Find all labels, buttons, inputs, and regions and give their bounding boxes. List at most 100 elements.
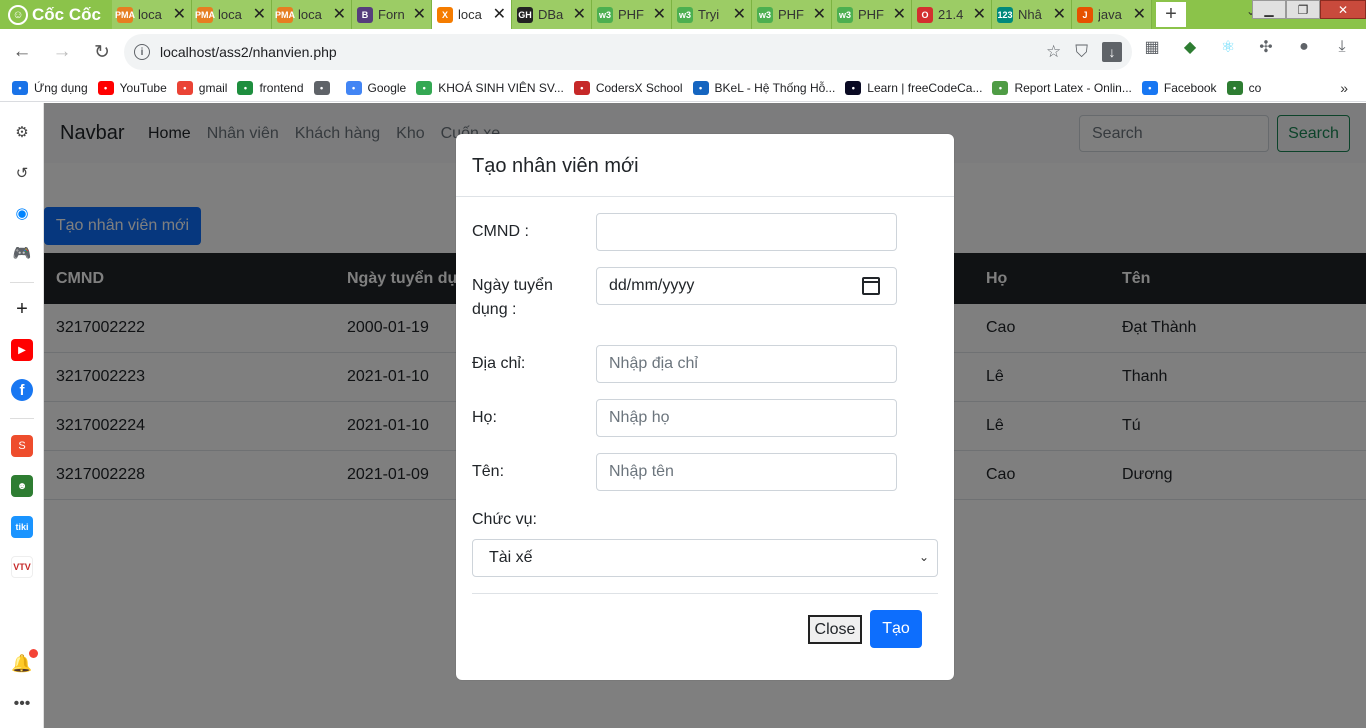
game-controller-icon[interactable]: 🎮 xyxy=(11,242,33,264)
tiki-icon[interactable]: tiki xyxy=(11,516,33,538)
profile-icon[interactable]: ● xyxy=(1294,37,1314,57)
tab-close-icon[interactable]: ✕ xyxy=(573,6,586,23)
bookmark-item[interactable]: • Ứng dụng xyxy=(12,81,88,95)
ngay-tuyen-dung-date-input[interactable]: dd/mm/yyyy xyxy=(596,267,897,305)
diachi-input[interactable]: Nhập địa chỉ xyxy=(596,345,897,383)
chucvu-select[interactable]: Tài xế ⌄ xyxy=(472,539,938,577)
tab-close-icon[interactable]: ✕ xyxy=(173,6,186,23)
add-panel-icon[interactable]: + xyxy=(11,298,33,320)
extension-toolbar: ▦ ◆ ⚛ ✣ ● ⤓ xyxy=(1142,37,1352,57)
bookmark-item[interactable]: • BKeL - Hệ Thống Hỗ... xyxy=(692,81,835,95)
browser-tab[interactable]: w3 Tryi ✕ xyxy=(672,0,752,29)
browser-tab[interactable]: w3 PHF ✕ xyxy=(752,0,832,29)
tab-favicon-icon: PMA xyxy=(115,6,135,23)
history-icon[interactable]: ↺ xyxy=(11,162,33,184)
forward-arrow-icon[interactable]: → xyxy=(44,34,80,70)
bookmark-label: gmail xyxy=(198,81,228,95)
tab-close-icon[interactable]: ✕ xyxy=(893,6,906,23)
more-bookmarks-icon[interactable]: » xyxy=(1340,80,1348,96)
bookmarks-bar: • Ứng dụng • YouTube • gmail • frontend • • Google… xyxy=(0,75,1366,102)
image-icon: • xyxy=(1226,81,1243,95)
url-text[interactable]: localhost/ass2/nhanvien.php xyxy=(160,44,337,60)
browser-tab[interactable]: 123 Nhâ ✕ xyxy=(992,0,1072,29)
shopee-icon[interactable]: S xyxy=(11,435,33,457)
facebook-icon[interactable]: f xyxy=(11,379,33,401)
browser-tab[interactable]: B Forn ✕ xyxy=(352,0,432,29)
extension-grid-icon[interactable]: ▦ xyxy=(1142,37,1162,57)
youtube-icon[interactable]: ▶ xyxy=(11,339,33,361)
minimize-button[interactable]: ▁ xyxy=(1252,0,1286,19)
cmnd-label: CMND : xyxy=(472,223,529,240)
tab-close-icon[interactable]: ✕ xyxy=(973,6,986,23)
window-controls: ▁ ❐ ✕ xyxy=(1252,0,1366,20)
more-dots-icon[interactable]: ••• xyxy=(11,693,33,715)
react-devtools-icon[interactable]: ⚛ xyxy=(1218,37,1238,57)
bookmark-item[interactable]: • frontend xyxy=(237,81,304,95)
tab-favicon-icon: PMA xyxy=(275,6,295,23)
bookmark-item[interactable]: • CodersX School xyxy=(573,81,683,95)
browser-tab[interactable]: PMA loca ✕ xyxy=(112,0,192,29)
browser-tab[interactable]: w3 PHF ✕ xyxy=(832,0,912,29)
bookmark-item[interactable]: • Report Latex - Onlin... xyxy=(992,81,1132,95)
bookmark-item[interactable]: • xyxy=(313,81,336,95)
bookmark-item[interactable]: • gmail xyxy=(176,81,228,95)
vtv-go-icon[interactable]: VTV xyxy=(11,556,33,578)
tab-close-icon[interactable]: ✕ xyxy=(813,6,826,23)
browser-tab[interactable]: Xloca ✕ xyxy=(432,0,512,29)
maximize-button[interactable]: ❐ xyxy=(1286,0,1320,19)
bookmark-label: frontend xyxy=(259,81,304,95)
tab-favicon-icon: 123 xyxy=(997,6,1013,23)
back-arrow-icon[interactable]: ← xyxy=(4,34,40,70)
close-window-button[interactable]: ✕ xyxy=(1320,0,1366,19)
close-button[interactable]: Close xyxy=(808,615,862,644)
coccoc-logo[interactable]: ☺ Cốc Cốc xyxy=(0,0,112,29)
tab-favicon-icon: J xyxy=(1077,6,1093,23)
browser-tab[interactable]: PMA loca ✕ xyxy=(272,0,352,29)
cmnd-input[interactable] xyxy=(596,213,897,251)
extension-cube-icon[interactable]: ◆ xyxy=(1180,37,1200,57)
new-tab-button[interactable]: + xyxy=(1156,2,1186,27)
settings-gear-icon[interactable]: ⚙ xyxy=(11,121,33,143)
tab-close-icon[interactable]: ✕ xyxy=(333,6,346,23)
tab-close-icon[interactable]: ✕ xyxy=(1053,6,1066,23)
tab-close-icon[interactable]: ✕ xyxy=(733,6,746,23)
downloads-icon[interactable]: ⤓ xyxy=(1332,37,1352,57)
tab-title: loca xyxy=(138,7,162,22)
browser-tab[interactable]: O 21.4 ✕ xyxy=(912,0,992,29)
browser-tab[interactable]: Jjava ✕ xyxy=(1072,0,1152,29)
puzzle-icon[interactable]: ✣ xyxy=(1256,37,1276,57)
bookmark-item[interactable]: • YouTube xyxy=(97,81,167,95)
game-app-icon[interactable]: ☻ xyxy=(11,475,33,497)
tab-close-icon[interactable]: ✕ xyxy=(653,6,666,23)
ngay-label-line1: Ngày tuyển xyxy=(472,277,553,294)
create-employee-modal: Tạo nhân viên mới CMND : Ngày tuyển dụng… xyxy=(456,134,954,680)
calendar-icon[interactable] xyxy=(862,277,880,295)
modal-footer-divider xyxy=(472,593,938,594)
shield-icon[interactable]: ⛉ xyxy=(1075,42,1088,62)
info-icon[interactable]: i xyxy=(134,44,150,60)
bookmark-label: Google xyxy=(367,81,407,95)
bookmark-item[interactable]: • KHOÁ SINH VIÊN SV... xyxy=(416,81,564,95)
diachi-label: Địa chỉ: xyxy=(472,355,526,372)
bookmark-item[interactable]: • Google xyxy=(345,81,407,95)
bookmark-item[interactable]: • Facebook xyxy=(1141,81,1217,95)
tab-close-icon[interactable]: ✕ xyxy=(493,6,506,23)
bookmark-item[interactable]: • Learn | freeCodeCa... xyxy=(845,81,982,95)
browser-tab[interactable]: PMA loca ✕ xyxy=(192,0,272,29)
tab-close-icon[interactable]: ✕ xyxy=(253,6,266,23)
submit-create-button[interactable]: Tạo xyxy=(870,610,922,648)
browser-tab[interactable]: w3 PHF ✕ xyxy=(592,0,672,29)
ho-input[interactable]: Nhập họ xyxy=(596,399,897,437)
globe-icon: • xyxy=(313,81,330,95)
address-bar[interactable]: i localhost/ass2/nhanvien.php ☆ ⛉ ↓ xyxy=(124,34,1132,70)
star-icon[interactable]: ☆ xyxy=(1046,42,1061,62)
reload-icon[interactable]: ↻ xyxy=(84,34,120,70)
ten-input[interactable]: Nhập tên xyxy=(596,453,897,491)
bookmark-item[interactable]: • co xyxy=(1226,81,1261,95)
tab-strip: ☺ Cốc Cốc PMA loca ✕ PMA loca ✕ PMA loca ✕ B Forn ✕… xyxy=(0,0,1366,29)
browser-tab[interactable]: GH DBa ✕ xyxy=(512,0,592,29)
messenger-icon[interactable]: ◉ xyxy=(11,202,33,224)
tab-close-icon[interactable]: ✕ xyxy=(1133,6,1146,23)
tab-close-icon[interactable]: ✕ xyxy=(413,6,426,23)
download-box-icon[interactable]: ↓ xyxy=(1102,42,1122,62)
